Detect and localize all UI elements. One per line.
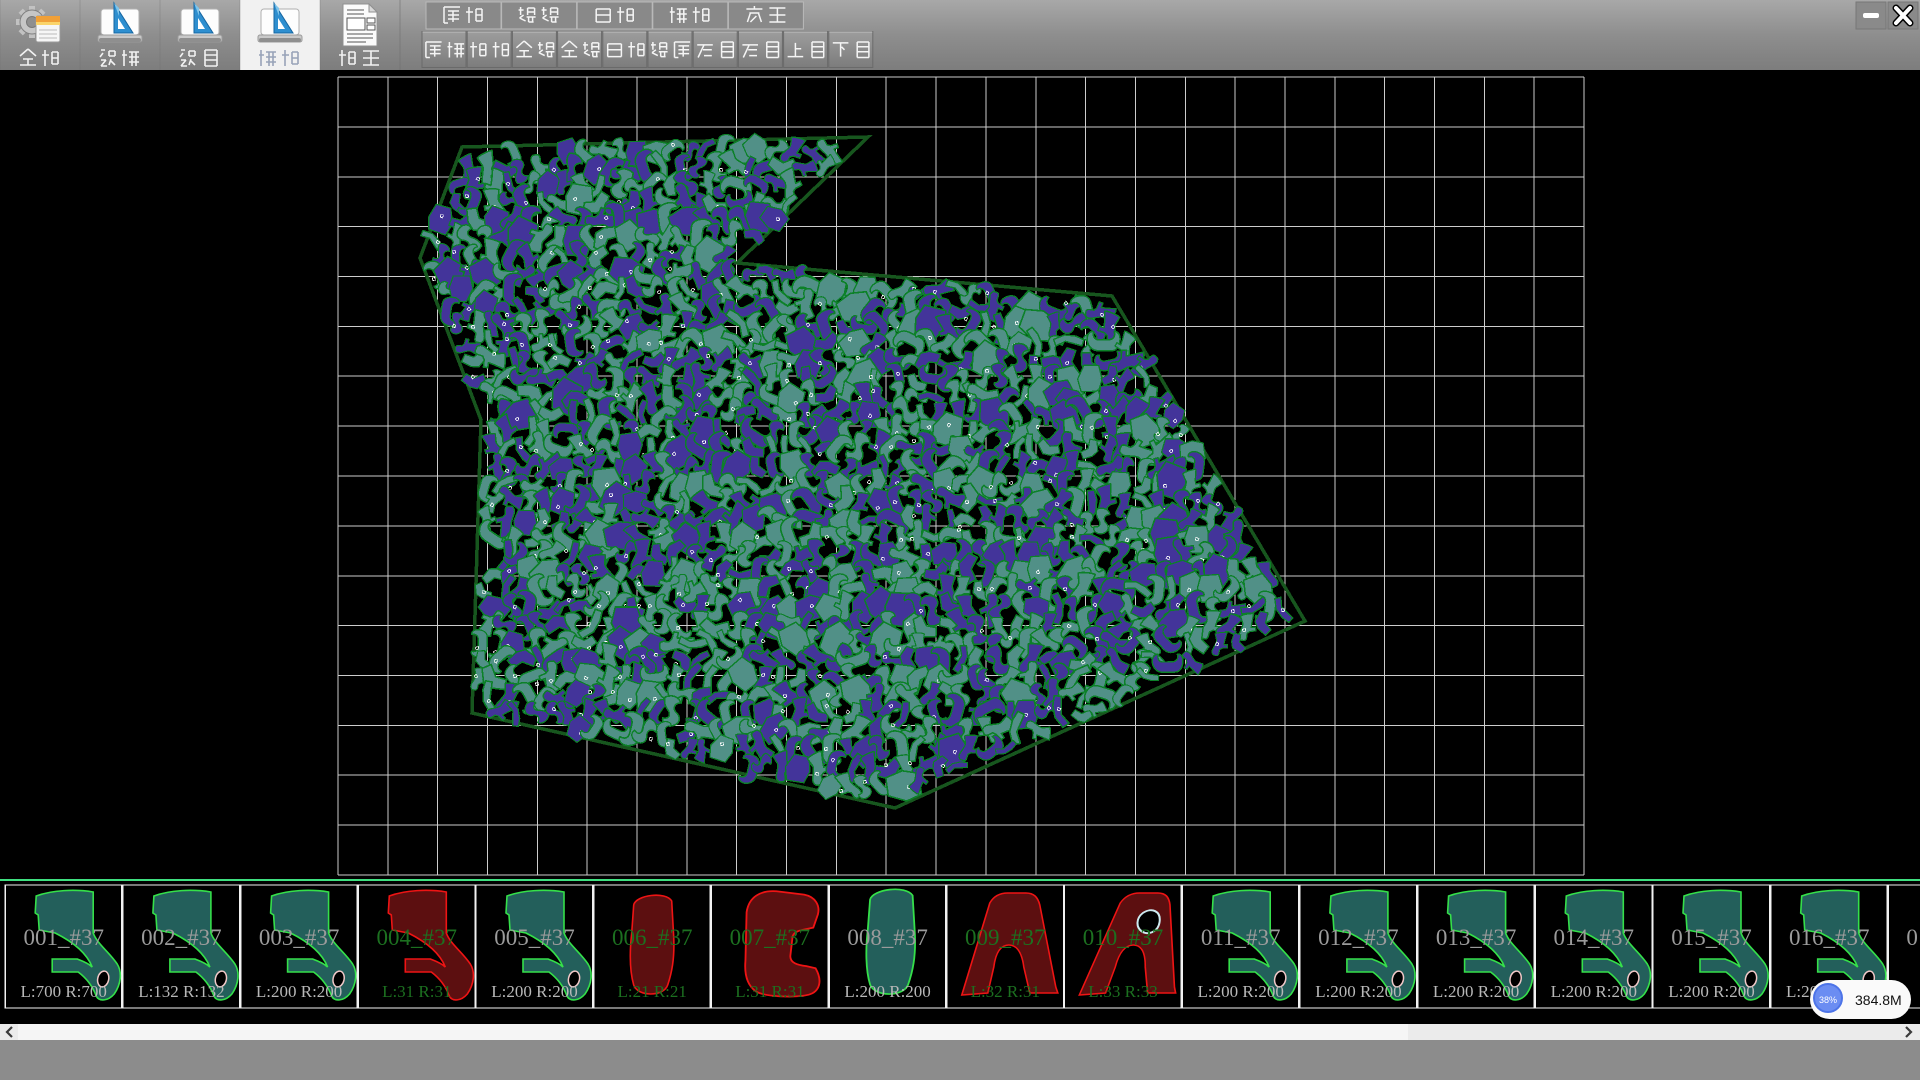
svg-text:L:21 R:21: L:21 R:21 (617, 982, 686, 1001)
svg-text:L:200 R:200: L:200 R:200 (1551, 982, 1637, 1001)
svg-text:015_#37: 015_#37 (1671, 925, 1752, 950)
svg-text:007_#37: 007_#37 (730, 925, 811, 950)
svg-text:L:33 R:33: L:33 R:33 (1088, 982, 1157, 1001)
svg-text:L:200 R:200: L:200 R:200 (1197, 982, 1283, 1001)
svg-text:0: 0 (1906, 925, 1918, 950)
svg-text:L:200 R:200: L:200 R:200 (1433, 982, 1519, 1001)
svg-text:008_#37: 008_#37 (847, 925, 928, 950)
svg-text:L:31 R:31: L:31 R:31 (735, 982, 804, 1001)
svg-text:002_#37: 002_#37 (141, 925, 222, 950)
svg-text:L:200 R:200: L:200 R:200 (1668, 982, 1754, 1001)
svg-text:013_#37: 013_#37 (1436, 925, 1517, 950)
svg-text:L:200 R:200: L:200 R:200 (256, 982, 342, 1001)
svg-text:L:31 R:31: L:31 R:31 (382, 982, 451, 1001)
svg-text:L:32 R:31: L:32 R:31 (971, 982, 1040, 1001)
svg-text:L:200 R:200: L:200 R:200 (491, 982, 577, 1001)
svg-text:L:200 R:200: L:200 R:200 (844, 982, 930, 1001)
svg-text:L:700 R:700: L:700 R:700 (20, 982, 106, 1001)
svg-text:001_#37: 001_#37 (23, 925, 104, 950)
svg-text:016_#37: 016_#37 (1789, 925, 1870, 950)
svg-text:L:132 R:132: L:132 R:132 (138, 982, 224, 1001)
svg-text:003_#37: 003_#37 (259, 925, 340, 950)
svg-text:005_#37: 005_#37 (494, 925, 575, 950)
svg-text:009_#37: 009_#37 (965, 925, 1046, 950)
svg-text:012_#37: 012_#37 (1318, 925, 1399, 950)
svg-text:004_#37: 004_#37 (377, 925, 458, 950)
svg-text:L:200 R:200: L:200 R:200 (1315, 982, 1401, 1001)
svg-text:011_#37: 011_#37 (1201, 925, 1281, 950)
svg-text:014_#37: 014_#37 (1554, 925, 1635, 950)
svg-text:006_#37: 006_#37 (612, 925, 693, 950)
svg-text:010_#37: 010_#37 (1083, 925, 1164, 950)
